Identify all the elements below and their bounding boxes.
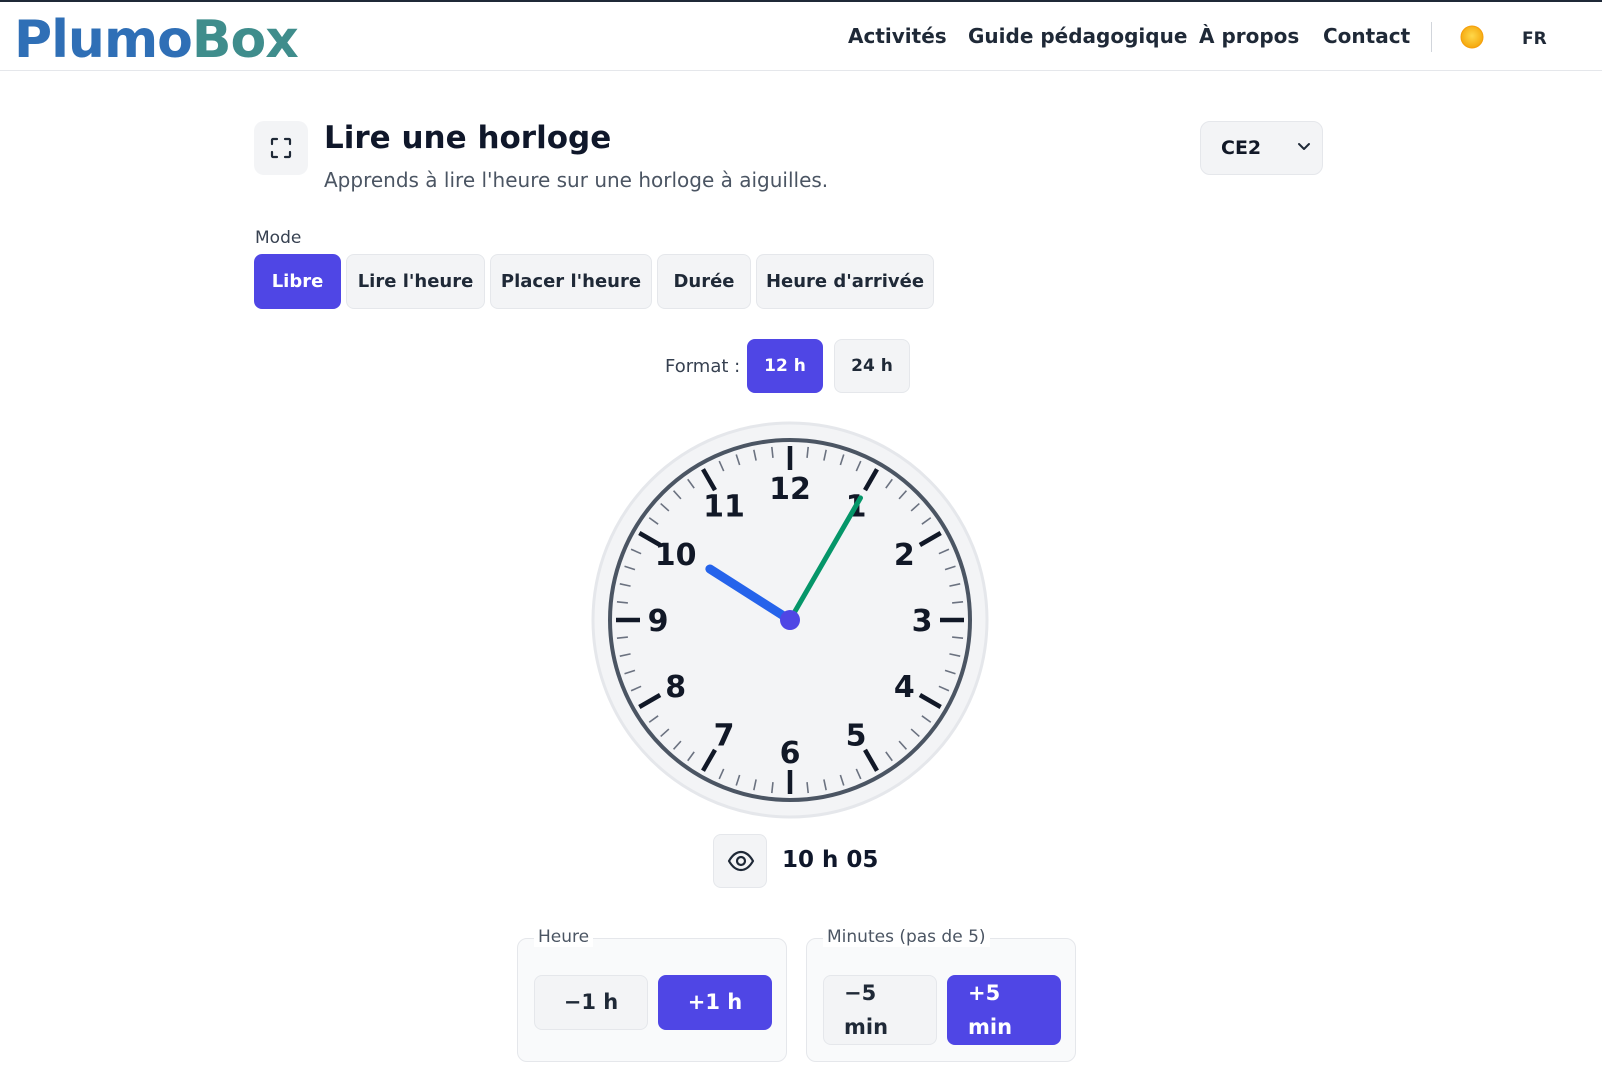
digital-time-readout: 10 h 05 <box>782 847 879 873</box>
clock-numeral: 2 <box>894 538 915 573</box>
mode-button-heure-arrivee[interactable]: Heure d'arrivée <box>756 254 934 309</box>
clock-numeral: 9 <box>648 604 669 639</box>
mode-button-duree[interactable]: Durée <box>657 254 751 309</box>
minutes-minus-button[interactable]: −5 min <box>823 975 937 1045</box>
fullscreen-icon <box>270 137 292 159</box>
page-title: Lire une horloge <box>324 120 612 156</box>
nav-link-activities[interactable]: Activités <box>848 24 947 48</box>
clock-center-pin <box>780 610 800 630</box>
logo-part-plumo: Plumo <box>14 10 193 70</box>
level-select-value: CE2 <box>1221 137 1262 159</box>
analog-clock[interactable]: 121234567891011 <box>591 421 989 819</box>
hour-plus-button[interactable]: +1 h <box>658 975 772 1030</box>
hour-minus-button[interactable]: −1 h <box>534 975 648 1030</box>
minutes-minus-label-top: −5 <box>844 981 877 1005</box>
mode-button-placer-heure[interactable]: Placer l'heure <box>490 254 652 309</box>
clock-numeral: 11 <box>703 490 745 525</box>
clock-numeral: 7 <box>714 718 735 753</box>
mode-button-libre[interactable]: Libre <box>254 254 341 309</box>
page-subtitle: Apprends à lire l'heure sur une horloge … <box>324 168 829 192</box>
minutes-control-group: Minutes (pas de 5) −5 min +5 min <box>806 927 1076 1062</box>
nav-link-contact[interactable]: Contact <box>1323 24 1410 48</box>
fullscreen-button[interactable] <box>254 121 308 175</box>
toggle-time-visibility-button[interactable] <box>713 834 767 888</box>
top-navigation-bar: PlumoBox Activités Guide pédagogique À p… <box>0 0 1602 71</box>
plumobox-logo[interactable]: PlumoBox <box>14 10 299 70</box>
logo-part-box: Box <box>191 10 299 70</box>
clock-numeral: 12 <box>769 472 811 507</box>
format-label: Format : <box>665 356 741 377</box>
minutes-minus-label-bottom: min <box>844 1015 889 1039</box>
chevron-down-icon <box>1298 143 1310 150</box>
format-button-24h[interactable]: 24 h <box>834 339 910 393</box>
minutes-group-legend: Minutes (pas de 5) <box>823 927 990 947</box>
language-switcher[interactable]: FR <box>1522 29 1547 49</box>
nav-divider <box>1431 22 1432 52</box>
clock-numeral: 10 <box>655 538 697 573</box>
mode-label: Mode <box>255 228 302 248</box>
level-select[interactable]: CE2 <box>1200 121 1323 175</box>
clock-numeral: 6 <box>780 736 801 771</box>
clock-numeral: 3 <box>912 604 933 639</box>
eye-icon <box>727 850 755 872</box>
mode-button-lire-heure[interactable]: Lire l'heure <box>346 254 485 309</box>
hour-control-group: Heure −1 h +1 h <box>517 927 787 1062</box>
nav-link-guide[interactable]: Guide pédagogique <box>968 24 1187 48</box>
nav-link-about[interactable]: À propos <box>1199 24 1299 48</box>
clock-numeral: 4 <box>894 670 915 705</box>
minutes-plus-label-top: +5 <box>968 981 1001 1005</box>
minutes-plus-label-bottom: min <box>968 1015 1013 1039</box>
clock-numeral: 8 <box>665 670 686 705</box>
sun-icon[interactable] <box>1459 24 1485 50</box>
format-button-12h[interactable]: 12 h <box>747 339 823 393</box>
hour-group-legend: Heure <box>534 927 594 947</box>
minutes-plus-button[interactable]: +5 min <box>947 975 1061 1045</box>
clock-numeral: 5 <box>846 718 867 753</box>
